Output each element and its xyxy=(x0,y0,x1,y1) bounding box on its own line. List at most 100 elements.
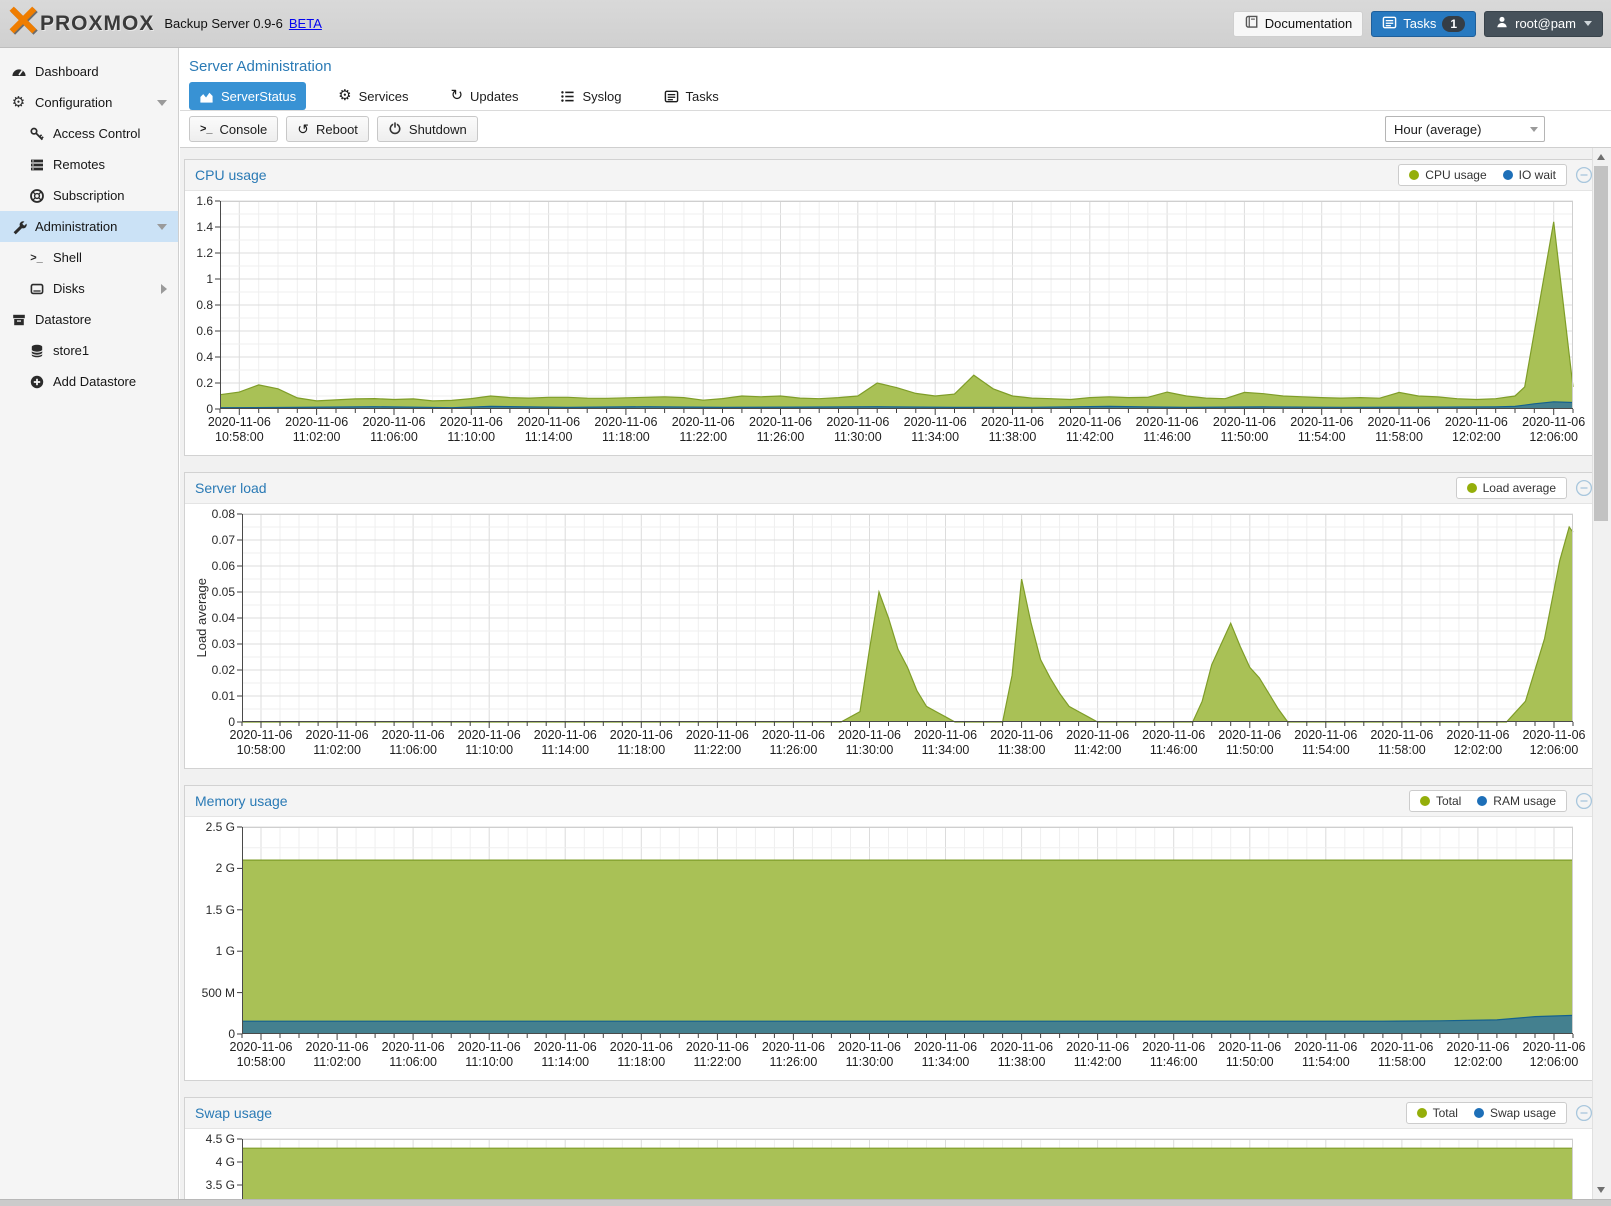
sidebar-item-label: Shell xyxy=(53,250,82,265)
tab-tasks[interactable]: Tasks xyxy=(654,82,729,110)
collapse-panel-icon[interactable] xyxy=(1575,479,1593,497)
scrollbar-thumb[interactable] xyxy=(1594,166,1608,521)
x-tick-label: 2020-11-0611:10:00 xyxy=(458,1040,521,1070)
sidebar-item-store1[interactable]: store1 xyxy=(0,335,178,366)
collapse-caret-icon[interactable] xyxy=(157,224,167,230)
tasks-count-badge: 1 xyxy=(1442,16,1465,32)
expand-caret-icon[interactable] xyxy=(161,284,167,294)
tasks-button[interactable]: Tasks 1 xyxy=(1371,11,1476,37)
cpu-plot-area xyxy=(220,201,1573,409)
scroll-down-arrow-icon[interactable] xyxy=(1597,1187,1605,1193)
legend-label: Total xyxy=(1433,1106,1458,1120)
legend-item-total[interactable]: Total xyxy=(1417,1106,1458,1120)
documentation-label: Documentation xyxy=(1265,16,1352,31)
sidebar-item-shell[interactable]: >_ Shell xyxy=(0,242,178,273)
syslog-icon xyxy=(560,89,575,104)
services-icon: ⚙ xyxy=(338,89,351,103)
x-tick-label: 2020-11-0611:10:00 xyxy=(440,415,503,445)
y-axis-label: Load average xyxy=(193,514,209,722)
y-axis-ticks: 0500 M1 G1.5 G2 G2.5 G xyxy=(193,827,242,1034)
sidebar-item-remotes[interactable]: Remotes xyxy=(0,149,178,180)
x-tick-label: 2020-11-0611:14:00 xyxy=(517,415,580,445)
legend-item-total[interactable]: Total xyxy=(1420,794,1461,808)
sidebar-item-label: Datastore xyxy=(35,312,91,327)
documentation-button[interactable]: Documentation xyxy=(1233,11,1363,37)
console-button[interactable]: >_ Console xyxy=(189,116,278,142)
tab-syslog[interactable]: Syslog xyxy=(550,82,631,110)
y-tick-label: 3.5 G xyxy=(206,1178,235,1192)
reboot-label: Reboot xyxy=(316,122,358,137)
shutdown-button[interactable]: Shutdown xyxy=(377,116,478,142)
x-tick-label: 2020-11-0611:18:00 xyxy=(610,728,673,758)
legend-item-swap-usage[interactable]: Swap usage xyxy=(1474,1106,1556,1120)
sidebar-item-administration[interactable]: Administration xyxy=(0,211,178,242)
sidebar-item-add-datastore[interactable]: Add Datastore xyxy=(0,366,178,397)
legend-item-cpu-usage[interactable]: CPU usage xyxy=(1409,168,1486,182)
tab-services[interactable]: ⚙Services xyxy=(328,82,418,110)
x-tick-label: 2020-11-0612:02:00 xyxy=(1446,728,1509,758)
x-tick-label: 2020-11-0611:14:00 xyxy=(534,1040,597,1070)
archive-icon xyxy=(10,312,27,328)
sidebar-item-subscription[interactable]: Subscription xyxy=(0,180,178,211)
scroll-up-arrow-icon[interactable] xyxy=(1597,154,1605,160)
x-tick-label: 2020-11-0611:22:00 xyxy=(686,1040,749,1070)
x-tick-label: 2020-11-0611:06:00 xyxy=(382,1040,445,1070)
legend-item-io-wait[interactable]: IO wait xyxy=(1503,168,1556,182)
collapse-panel-icon[interactable] xyxy=(1575,792,1593,810)
y-tick-label: 0.04 xyxy=(212,611,235,625)
topbar: PROXMOX Backup Server 0.9-6 BETA Documen… xyxy=(0,0,1611,48)
x-axis-labels: 2020-11-0610:58:002020-11-0611:02:002020… xyxy=(220,413,1573,449)
terminal-icon: >_ xyxy=(28,251,45,265)
legend-item-load-average[interactable]: Load average xyxy=(1467,481,1556,495)
x-tick-label: 2020-11-0611:58:00 xyxy=(1368,415,1431,445)
sidebar-item-disks[interactable]: Disks xyxy=(0,273,178,304)
tab-updates[interactable]: ↻Updates xyxy=(440,82,528,110)
key-icon xyxy=(28,126,45,142)
legend-label: CPU usage xyxy=(1425,168,1486,182)
tab-label: Syslog xyxy=(582,89,621,104)
y-tick-label: 1.2 xyxy=(196,246,213,260)
collapse-panel-icon[interactable] xyxy=(1575,1104,1593,1122)
sidebar-item-label: store1 xyxy=(53,343,89,358)
chevron-down-icon xyxy=(1584,21,1592,26)
tab-serverstatus[interactable]: ServerStatus xyxy=(189,82,306,110)
reboot-button[interactable]: ↺ Reboot xyxy=(286,116,369,142)
y-tick-label: 2.5 G xyxy=(206,820,235,834)
y-tick-label: 500 M xyxy=(202,986,235,1000)
collapse-caret-icon[interactable] xyxy=(157,100,167,106)
sidebar-item-label: Dashboard xyxy=(35,64,99,79)
swap-chart: 0500 M1 G1.5 G2 G2.5 G3 G3.5 G4 G4.5 G20… xyxy=(185,1129,1601,1199)
legend-item-ram-usage[interactable]: RAM usage xyxy=(1477,794,1556,808)
y-tick-label: 0.02 xyxy=(212,663,235,677)
sidebar-item-label: Subscription xyxy=(53,188,125,203)
collapse-panel-icon[interactable] xyxy=(1575,166,1593,184)
bottom-scrollbar-track[interactable] xyxy=(0,1199,1611,1206)
vertical-scrollbar[interactable] xyxy=(1592,148,1609,1199)
toolbar: >_ Console ↺ Reboot Shutdown Hour (avera… xyxy=(180,110,1611,148)
tab-bar: ServerStatus ⚙Services ↻Updates Syslog Tasks xyxy=(180,82,1611,110)
cpu-chart: 00.20.40.60.811.21.41.62020-11-0610:58:0… xyxy=(185,191,1601,455)
beta-link[interactable]: BETA xyxy=(289,16,322,31)
memory-plot-area xyxy=(242,827,1573,1034)
disk-icon xyxy=(28,281,45,297)
x-tick-label: 2020-11-0611:30:00 xyxy=(826,415,889,445)
sidebar-item-access-control[interactable]: Access Control xyxy=(0,118,178,149)
sidebar-item-label: Remotes xyxy=(53,157,105,172)
user-menu-button[interactable]: root@pam xyxy=(1484,11,1603,37)
memory-chart: 0500 M1 G1.5 G2 G2.5 G2020-11-0610:58:00… xyxy=(185,817,1601,1080)
sidebar-item-configuration[interactable]: ⚙Configuration xyxy=(0,87,178,118)
sidebar-item-datastore[interactable]: Datastore xyxy=(0,304,178,335)
task-list-icon xyxy=(1382,15,1397,33)
legend-dot xyxy=(1420,796,1430,806)
x-tick-label: 2020-11-0611:18:00 xyxy=(610,1040,673,1070)
legend-dot xyxy=(1467,483,1477,493)
reboot-icon: ↺ xyxy=(297,122,309,136)
timeframe-select[interactable]: Hour (average) xyxy=(1385,116,1545,142)
sidebar-item-dashboard[interactable]: Dashboard xyxy=(0,56,178,87)
memory-legend: Total RAM usage xyxy=(1409,790,1567,812)
shutdown-label: Shutdown xyxy=(409,122,467,137)
user-label: root@pam xyxy=(1515,16,1576,31)
x-tick-label: 2020-11-0611:46:00 xyxy=(1136,415,1199,445)
x-tick-label: 2020-11-0611:58:00 xyxy=(1370,1040,1433,1070)
y-tick-label: 0 xyxy=(206,402,213,416)
